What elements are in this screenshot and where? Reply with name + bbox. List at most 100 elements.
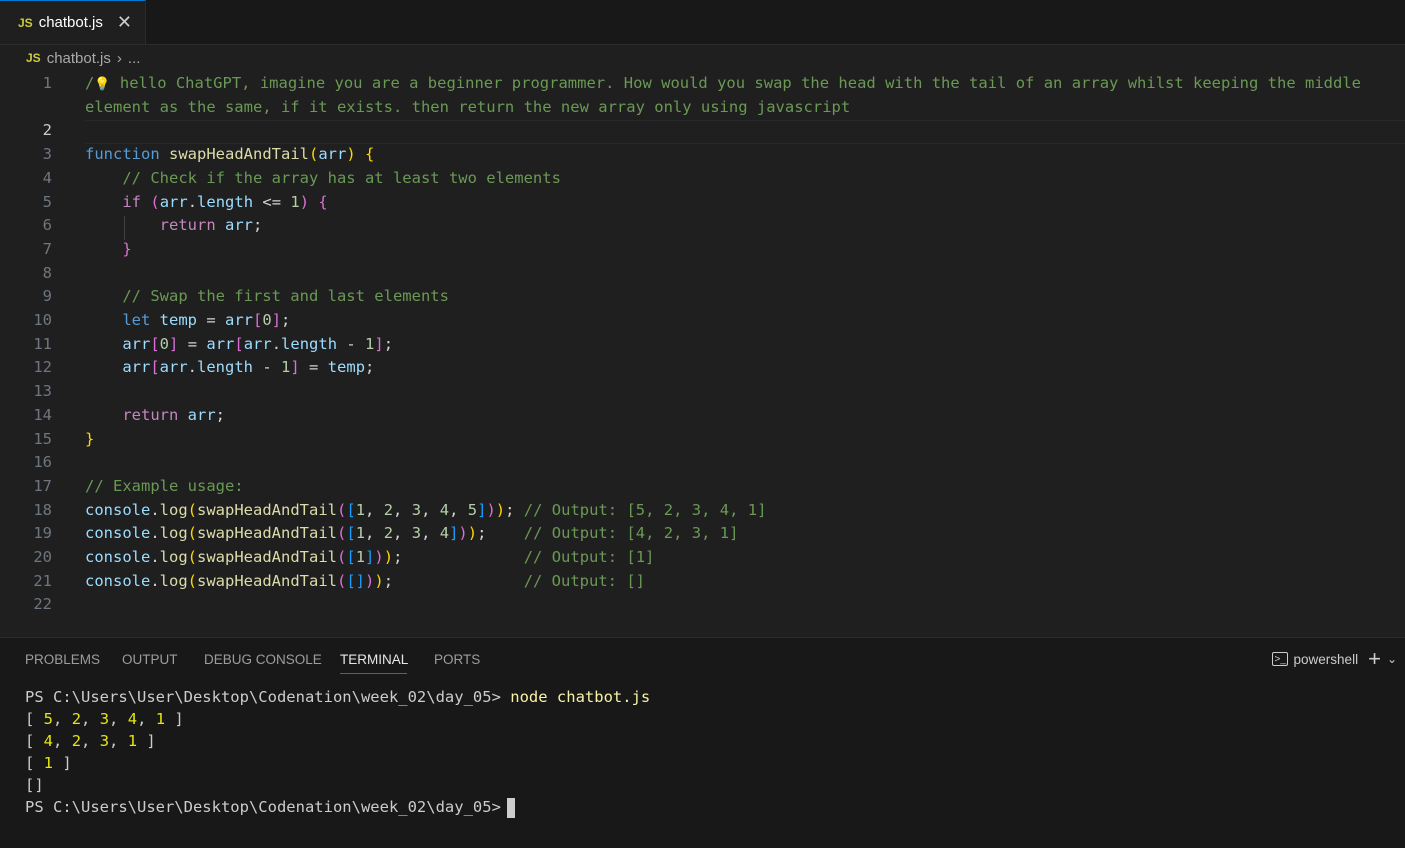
code-token: )	[458, 524, 468, 543]
code-line[interactable]: 5 if (arr.length <= 1) {	[0, 190, 1405, 214]
terminal-output-token: ,	[137, 710, 156, 728]
code-token: 1	[355, 548, 366, 566]
code-line[interactable]: 17 // Example usage:	[0, 474, 1405, 498]
code-token: ]	[169, 334, 179, 353]
code-line[interactable]: 18 console.log(swapHeadAndTail([1, 2, 3, …	[0, 498, 1405, 522]
code-token: ;	[253, 216, 263, 235]
line-number: 1	[42, 74, 52, 92]
tab-label: chatbot.js	[38, 14, 103, 31]
code-token: 1	[355, 500, 366, 519]
code-editor[interactable]: 1 /💡 hello ChatGPT, imagine you are a beg…	[0, 71, 1405, 637]
code-token: ]	[374, 334, 384, 353]
code-line[interactable]: 19 console.log(swapHeadAndTail([1, 2, 3, …	[0, 521, 1405, 545]
code-token: {	[365, 145, 375, 164]
code-token: arr	[122, 358, 151, 377]
line-number: 21	[33, 571, 52, 590]
code-token: )	[486, 500, 496, 519]
code-token: length	[281, 334, 338, 353]
code-token: 1	[281, 358, 291, 377]
close-icon[interactable]: ✕	[117, 12, 132, 33]
code-line[interactable]: 12 arr[arr.length - 1] = temp;	[0, 355, 1405, 379]
code-line[interactable]: 7 }	[0, 237, 1405, 261]
lightbulb-icon[interactable]: 💡	[94, 77, 110, 92]
terminal-icon: >_	[1271, 652, 1288, 666]
terminal-line: [ 1 ]	[25, 752, 72, 774]
terminal-prompt: PS C:\Users\User\Desktop\Codenation\week…	[25, 798, 501, 816]
code-line[interactable]: 13	[0, 379, 1405, 403]
tab-terminal[interactable]: TERMINAL	[340, 652, 408, 667]
code-token: 1	[355, 524, 366, 543]
code-token: .	[150, 548, 160, 566]
line-number: 6	[42, 216, 52, 235]
breadcrumb-file[interactable]: chatbot.js	[47, 50, 111, 67]
code-token: 1	[290, 192, 300, 211]
terminal-output-token: ,	[109, 710, 128, 728]
code-token: /	[85, 74, 95, 92]
code-token: =	[299, 358, 328, 377]
code-token: ,	[365, 500, 384, 519]
code-token: // Output: [1]	[523, 548, 655, 566]
terminal-output-token: 1	[127, 732, 138, 750]
terminal-cursor	[506, 797, 515, 818]
code-line[interactable]: 6 return arr;	[0, 213, 1405, 237]
code-token: ;	[365, 358, 375, 377]
code-line[interactable]: 9 // Swap the first and last elements	[0, 284, 1405, 308]
code-token: 0	[159, 334, 170, 353]
code-line[interactable]: element as the same, if it exists. then …	[0, 95, 1405, 119]
code-line[interactable]: 21 console.log(swapHeadAndTail([])); // O…	[0, 569, 1405, 593]
code-text: console.log(swapHeadAndTail([1, 2, 3, 4]…	[85, 521, 738, 545]
tab-problems[interactable]: PROBLEMS	[25, 652, 100, 667]
bottom-panel: PROBLEMS OUTPUT DEBUG CONSOLE TERMINAL PORTS…	[0, 637, 1405, 848]
tab-output[interactable]: OUTPUT	[122, 652, 178, 667]
code-line[interactable]: 8	[0, 261, 1405, 285]
breadcrumb-symbols[interactable]: ...	[128, 50, 141, 67]
code-token: (	[308, 145, 319, 164]
code-token: // Example usage:	[85, 476, 244, 495]
terminal-line: PS C:\Users\User\Desktop\Codenation\week…	[25, 796, 515, 818]
code-token: console	[85, 571, 151, 590]
code-token: ;	[393, 548, 524, 566]
chevron-right-icon: ›	[116, 49, 122, 67]
code-line[interactable]: 2	[0, 118, 1405, 142]
editor-tab-bar: JS chatbot.js ✕	[0, 0, 1405, 45]
code-token: swapHeadAndTail	[197, 500, 337, 519]
tab-chatbot-js[interactable]: JS chatbot.js ✕	[0, 0, 146, 44]
plus-icon[interactable]: +	[1368, 648, 1381, 670]
code-line[interactable]: 15}	[0, 427, 1405, 451]
code-token: ]	[290, 358, 300, 377]
code-token: temp	[159, 311, 197, 329]
code-token: ]	[271, 311, 282, 329]
code-line[interactable]: 1 /💡 hello ChatGPT, imagine you are a beg…	[0, 71, 1405, 95]
code-token: arr	[206, 334, 235, 353]
terminal-output-token: [	[25, 710, 44, 728]
code-text: return arr;	[85, 213, 263, 237]
code-line[interactable]: 14 return arr;	[0, 403, 1405, 427]
code-line[interactable]: 22	[0, 592, 1405, 616]
code-token: .	[150, 571, 160, 590]
terminal-output-token: 3	[99, 710, 110, 728]
chevron-down-icon[interactable]: ⌄	[1387, 652, 1397, 666]
code-line[interactable]: 4 // Check if the array has at least two…	[0, 166, 1405, 190]
line-number: 13	[33, 382, 52, 401]
shell-name[interactable]: powershell	[1294, 652, 1359, 667]
tab-debug-console[interactable]: DEBUG CONSOLE	[204, 652, 322, 667]
code-token: ,	[393, 500, 412, 519]
code-line[interactable]: 10 let temp = arr[0];	[0, 308, 1405, 332]
code-token: [	[150, 334, 160, 353]
code-line[interactable]: 16	[0, 450, 1405, 474]
code-line[interactable]: 3 function swapHeadAndTail(arr) {	[0, 142, 1405, 166]
terminal-output-token: ,	[81, 732, 100, 750]
terminal-output-token: 5	[43, 710, 54, 728]
code-line[interactable]: 20 console.log(swapHeadAndTail([1])); // …	[0, 545, 1405, 569]
code-text: }	[85, 237, 131, 261]
tab-ports[interactable]: PORTS	[434, 652, 480, 667]
code-text: arr[arr.length - 1] = temp;	[85, 355, 374, 379]
code-token: console	[85, 500, 151, 519]
breadcrumb: JS chatbot.js › ...	[0, 46, 1405, 70]
code-line[interactable]: 11 arr[0] = arr[arr.length - 1];	[0, 332, 1405, 356]
code-token: 2	[383, 524, 394, 543]
